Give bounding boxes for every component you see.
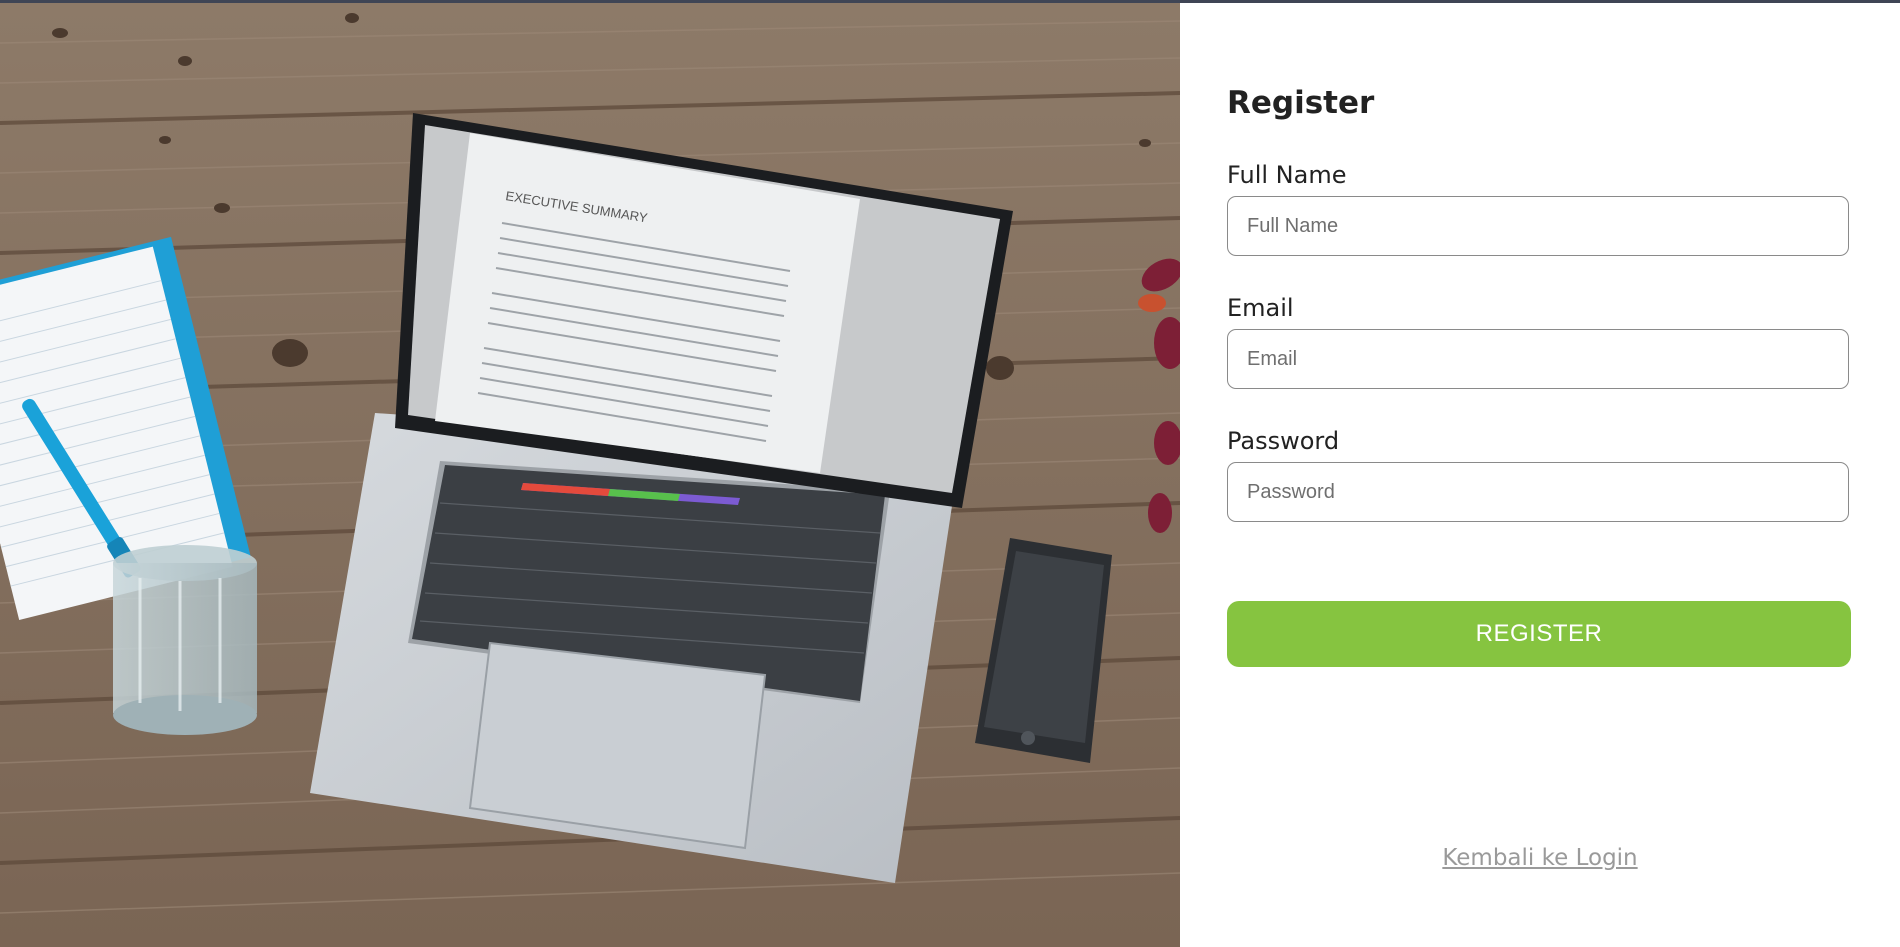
page-title: Register: [1227, 85, 1375, 121]
password-input[interactable]: [1227, 462, 1849, 522]
register-page: EXECUTIVE SUMMARY Register Full Name Ema…: [0, 0, 1900, 947]
full-name-label: Full Name: [1227, 161, 1347, 189]
desk-illustration: EXECUTIVE SUMMARY: [0, 3, 1180, 947]
back-to-login-link[interactable]: Kembali ke Login: [1442, 845, 1637, 871]
back-to-login-container: Kembali ke Login: [1180, 845, 1900, 871]
register-form-panel: Register Full Name Email Password REGIST…: [1180, 3, 1900, 947]
email-input[interactable]: [1227, 329, 1849, 389]
register-button[interactable]: REGISTER: [1227, 601, 1851, 667]
full-name-input[interactable]: [1227, 196, 1849, 256]
hero-photo: EXECUTIVE SUMMARY: [0, 3, 1180, 947]
top-border: [0, 0, 1900, 3]
email-label: Email: [1227, 294, 1294, 322]
password-label: Password: [1227, 427, 1340, 455]
